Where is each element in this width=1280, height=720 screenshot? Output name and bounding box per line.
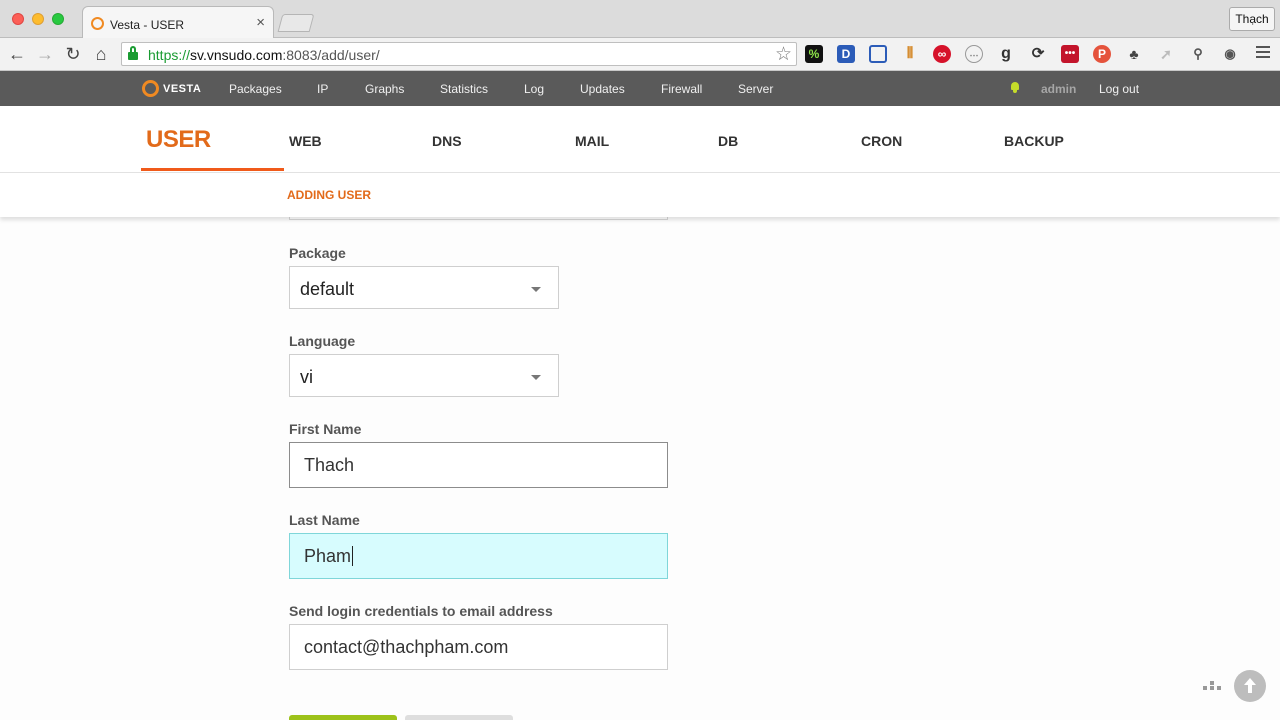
bookmark-star-icon[interactable]: ☆ xyxy=(775,43,792,66)
first-name-field[interactable]: Thach xyxy=(289,442,668,488)
nav-ip[interactable]: IP xyxy=(317,82,328,96)
vesta-top-nav: VESTA Packages IP Graphs Statistics Log … xyxy=(0,71,1280,106)
browser-tab-title: Vesta - USER xyxy=(110,18,185,32)
forward-arrow-icon[interactable]: → xyxy=(34,43,56,65)
d-extension-icon[interactable]: D xyxy=(837,45,855,63)
tab-close-icon[interactable]: × xyxy=(256,14,265,31)
nav-statistics[interactable]: Statistics xyxy=(440,82,488,96)
home-icon[interactable]: ⌂ xyxy=(90,43,112,65)
last-name-label: Last Name xyxy=(289,512,360,528)
email-field[interactable]: contact@thachpham.com xyxy=(289,624,668,670)
nav-server[interactable]: Server xyxy=(738,82,773,96)
tab-dns[interactable]: DNS xyxy=(432,133,462,149)
address-bar[interactable]: https://sv.vnsudo.com:8083/add/user/ ☆ xyxy=(121,42,797,66)
tab-cron[interactable]: CRON xyxy=(861,133,902,149)
last-name-field[interactable]: Pham xyxy=(289,533,668,579)
form-area: Package default Language vi First Name T… xyxy=(0,173,1280,720)
browser-tab[interactable]: Vesta - USER × xyxy=(82,6,274,39)
lastpass-extension-icon[interactable]: ••• xyxy=(1061,45,1079,63)
nav-firewall[interactable]: Firewall xyxy=(661,82,702,96)
page-title: ADDING USER xyxy=(287,188,372,202)
add-button[interactable] xyxy=(289,715,397,720)
tab-backup[interactable]: BACKUP xyxy=(1004,133,1064,149)
percent-extension-icon[interactable]: % xyxy=(805,45,823,63)
url-text: https://sv.vnsudo.com:8083/add/user/ xyxy=(148,47,380,63)
tab-mail[interactable]: MAIL xyxy=(575,133,609,149)
browser-menu-icon[interactable] xyxy=(1256,46,1270,58)
package-select[interactable]: default xyxy=(289,266,559,309)
p-extension-icon[interactable]: P xyxy=(1093,45,1111,63)
profile-button[interactable]: Thạch xyxy=(1229,7,1275,31)
browser-toolbar: ← → ↻ ⌂ https://sv.vnsudo.com:8083/add/u… xyxy=(0,38,1280,71)
vesta-logo-icon xyxy=(142,80,159,97)
vesta-favicon-icon xyxy=(91,17,104,30)
scroll-to-top-button[interactable] xyxy=(1234,670,1266,702)
language-select[interactable]: vi xyxy=(289,354,559,397)
nav-updates[interactable]: Updates xyxy=(580,82,625,96)
shortcuts-grip-icon[interactable] xyxy=(1203,681,1221,691)
active-tab-indicator xyxy=(141,168,284,171)
section-tabs: USER WEB DNS MAIL DB CRON BACKUP xyxy=(0,106,1280,173)
inspect-extension-icon[interactable]: ⚲ xyxy=(1189,45,1207,63)
text-cursor xyxy=(352,546,354,566)
dropdown-caret-icon xyxy=(531,287,541,292)
screenshot-extension-icon[interactable] xyxy=(869,45,887,63)
window-close-button[interactable] xyxy=(12,13,24,25)
back-button[interactable] xyxy=(405,715,513,720)
tab-db[interactable]: DB xyxy=(718,133,738,149)
sub-header: ADDING USER xyxy=(0,173,1280,217)
camera-extension-icon[interactable]: ◉ xyxy=(1221,45,1239,63)
nav-packages[interactable]: Packages xyxy=(229,82,282,96)
first-name-label: First Name xyxy=(289,421,362,437)
logout-link[interactable]: Log out xyxy=(1099,82,1139,96)
browser-tab-strip: Vesta - USER × Thạch xyxy=(0,0,1280,39)
nav-log[interactable]: Log xyxy=(524,82,544,96)
tab-web[interactable]: WEB xyxy=(289,133,322,149)
dropdown-caret-icon xyxy=(531,375,541,380)
new-tab-button[interactable] xyxy=(277,14,315,32)
g-extension-icon[interactable]: g xyxy=(997,45,1015,63)
creative-cloud-extension-icon[interactable]: ∞ xyxy=(933,45,951,63)
dots-extension-icon[interactable]: ⋯ xyxy=(965,45,983,63)
lock-icon xyxy=(128,46,138,60)
notification-bell-icon[interactable] xyxy=(1010,82,1020,93)
email-label: Send login credentials to email address xyxy=(289,603,553,619)
window-minimize-button[interactable] xyxy=(32,13,44,25)
reload-icon[interactable]: ↻ xyxy=(62,43,84,65)
sync-extension-icon[interactable]: ⟳ xyxy=(1029,45,1047,63)
nav-graphs[interactable]: Graphs xyxy=(365,82,404,96)
window-maximize-button[interactable] xyxy=(52,13,64,25)
tab-user[interactable]: USER xyxy=(146,126,211,154)
back-arrow-icon[interactable]: ← xyxy=(6,43,28,65)
package-label: Package xyxy=(289,245,346,261)
feather-extension-icon[interactable]: ➚ xyxy=(1157,45,1175,63)
nav-user[interactable]: admin xyxy=(1041,82,1076,96)
ruler-extension-icon[interactable]: ⫴ xyxy=(901,45,919,63)
language-label: Language xyxy=(289,333,356,349)
evernote-extension-icon[interactable]: ♣ xyxy=(1125,45,1143,63)
